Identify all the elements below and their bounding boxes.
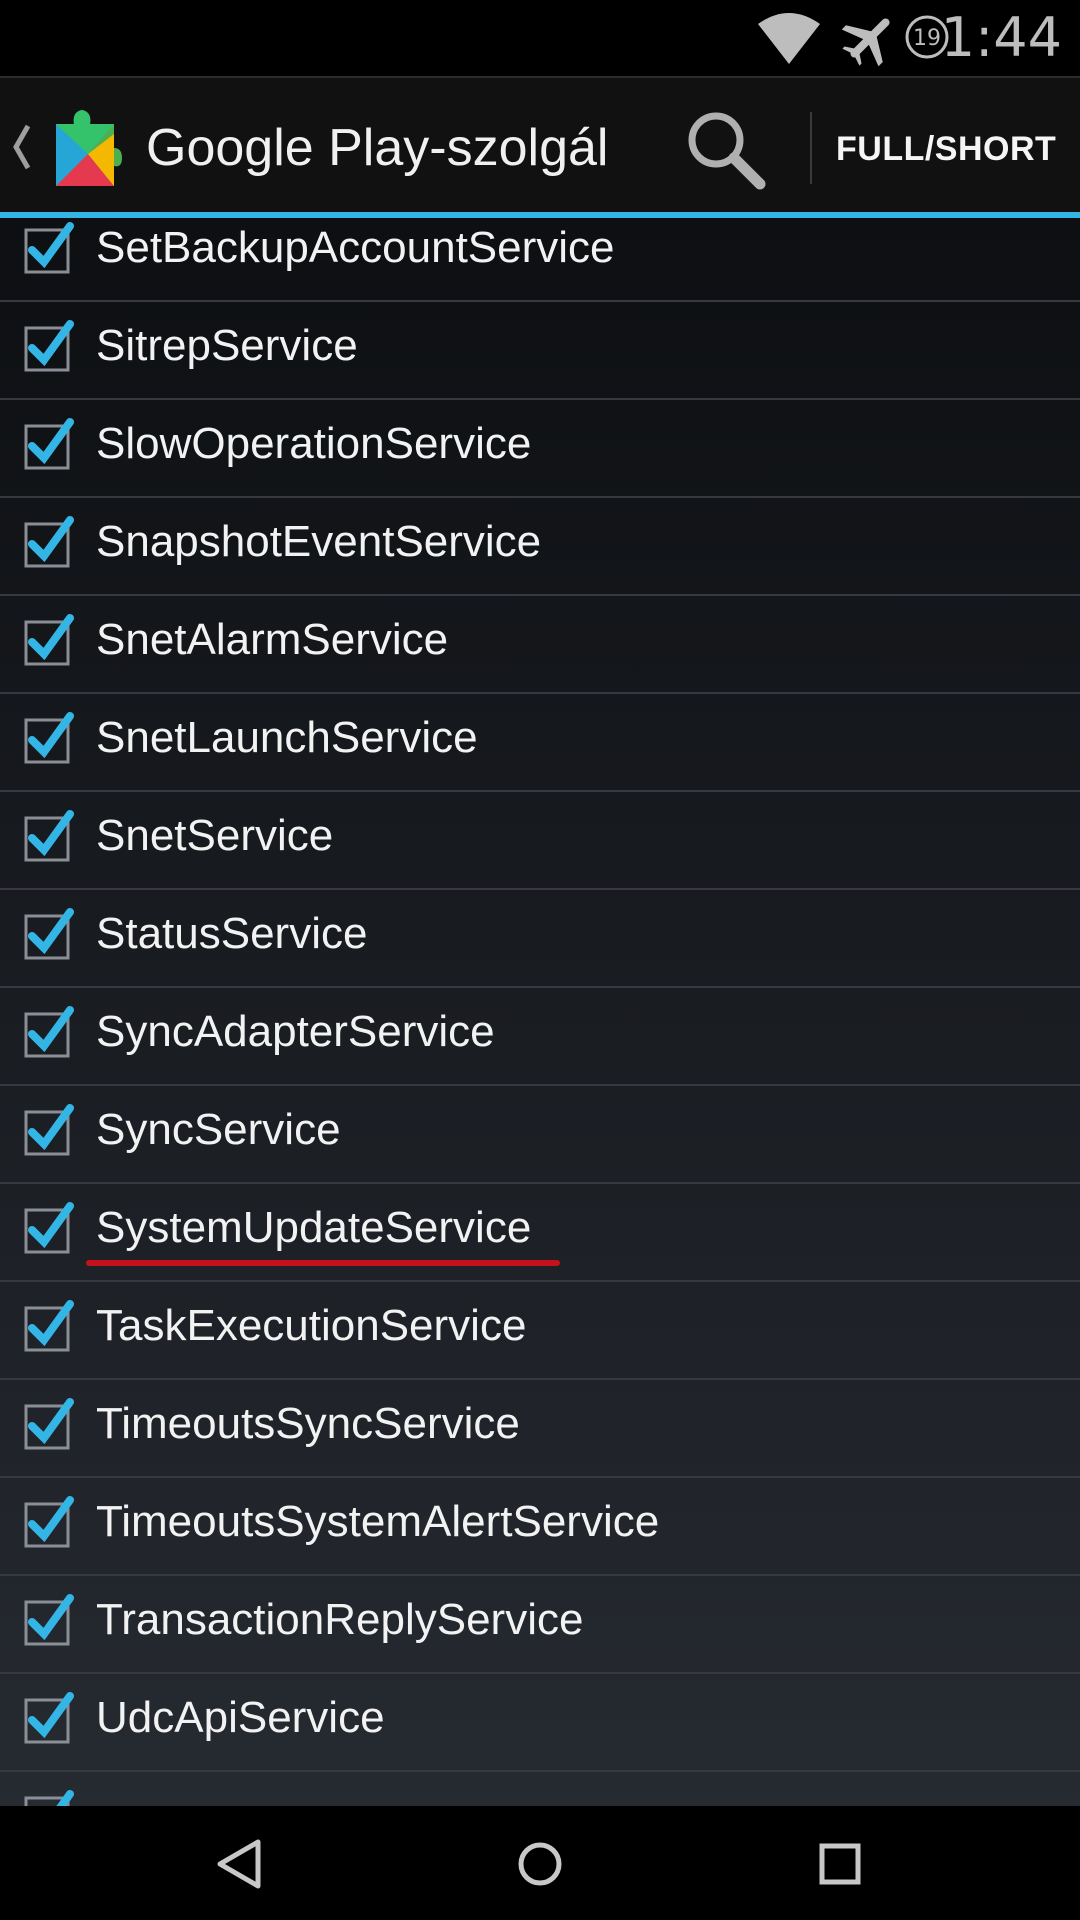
service-row[interactable]: SetBackupAccountService [0, 218, 1080, 302]
service-row[interactable]: SyncAdapterService [0, 988, 1080, 1086]
back-icon[interactable] [210, 1834, 270, 1894]
service-name: TimeoutsSyncService [96, 1399, 520, 1448]
service-row[interactable]: TransactionReplyService [0, 1576, 1080, 1674]
service-name: SitrepService [96, 321, 358, 370]
airplane-mode-icon [842, 18, 890, 66]
navigation-bar [0, 1806, 1080, 1920]
service-row[interactable]: SlowOperationService [0, 400, 1080, 498]
play-services-app-icon[interactable] [48, 104, 122, 188]
service-row[interactable]: SystemUpdateService [0, 1184, 1080, 1282]
service-name: SnetService [96, 811, 334, 860]
checkbox-checked-icon[interactable] [24, 806, 74, 866]
screen: 19 1:44 Google Play-szolgál FULL/SHORT S… [0, 0, 1080, 1920]
service-row[interactable]: SnetLaunchService [0, 694, 1080, 792]
wifi-icon [758, 13, 820, 64]
checkbox-checked-icon[interactable] [24, 904, 74, 964]
checkbox-checked-icon[interactable] [24, 1786, 74, 1806]
service-name: SyncService [96, 1105, 341, 1154]
service-row[interactable]: SitrepService [0, 302, 1080, 400]
highlight-underline [86, 1260, 560, 1266]
full-short-button[interactable]: FULL/SHORT [836, 128, 1056, 170]
service-row[interactable]: SnetAlarmService [0, 596, 1080, 694]
service-name: TransactionReplyService [96, 1595, 584, 1644]
service-name: StatusService [96, 909, 368, 958]
checkbox-checked-icon[interactable] [24, 316, 74, 376]
checkbox-checked-icon[interactable] [24, 1296, 74, 1356]
service-row[interactable]: SyncService [0, 1086, 1080, 1184]
service-row[interactable]: TimeoutsSystemAlertService [0, 1478, 1080, 1576]
action-bar: Google Play-szolgál FULL/SHORT [0, 76, 1080, 218]
service-name: SystemUpdateService [96, 1203, 532, 1252]
checkbox-checked-icon[interactable] [24, 1198, 74, 1258]
search-icon[interactable] [680, 104, 770, 194]
service-name: TimeoutsSystemAlertService [96, 1497, 660, 1546]
checkbox-checked-icon[interactable] [24, 1590, 74, 1650]
service-name: SnapshotEventService [96, 517, 542, 566]
service-name: SlowOperationService [96, 419, 532, 468]
service-row[interactable]: TimeoutsSyncService [0, 1380, 1080, 1478]
service-name: SnetLaunchService [96, 713, 478, 762]
service-name: TaskExecutionService [96, 1301, 527, 1350]
service-row[interactable]: SnapshotEventService [0, 498, 1080, 596]
checkbox-checked-icon[interactable] [24, 414, 74, 474]
service-row[interactable]: TaskExecutionService [0, 1282, 1080, 1380]
service-row[interactable]: SnetService [0, 792, 1080, 890]
checkbox-checked-icon[interactable] [24, 1492, 74, 1552]
action-divider [810, 112, 812, 184]
service-row[interactable]: StatusService [0, 890, 1080, 988]
checkbox-checked-icon[interactable] [24, 218, 74, 278]
clock: 1:44 [940, 6, 1062, 69]
service-list[interactable]: SetBackupAccountService SitrepService Slow… [0, 218, 1080, 1806]
checkbox-checked-icon[interactable] [24, 512, 74, 572]
app-title: Google Play-szolgál [146, 119, 609, 177]
checkbox-checked-icon[interactable] [24, 610, 74, 670]
checkbox-checked-icon[interactable] [24, 1100, 74, 1160]
checkbox-checked-icon[interactable] [24, 708, 74, 768]
service-name: UdcApiService [96, 1693, 385, 1742]
svg-text:19: 19 [913, 26, 941, 51]
home-icon[interactable] [510, 1834, 570, 1894]
service-row[interactable]: UdcApiService [0, 1674, 1080, 1772]
service-name: SnetAlarmService [96, 615, 449, 664]
recents-icon[interactable] [810, 1834, 870, 1894]
checkbox-checked-icon[interactable] [24, 1394, 74, 1454]
checkbox-checked-icon[interactable] [24, 1688, 74, 1748]
status-bar: 19 1:44 [0, 0, 1080, 76]
checkbox-checked-icon[interactable] [24, 1002, 74, 1062]
service-name: SetBackupAccountService [96, 223, 615, 272]
service-row[interactable] [0, 1772, 1080, 1806]
service-name: SyncAdapterService [96, 1007, 495, 1056]
up-caret-icon[interactable] [10, 122, 32, 172]
